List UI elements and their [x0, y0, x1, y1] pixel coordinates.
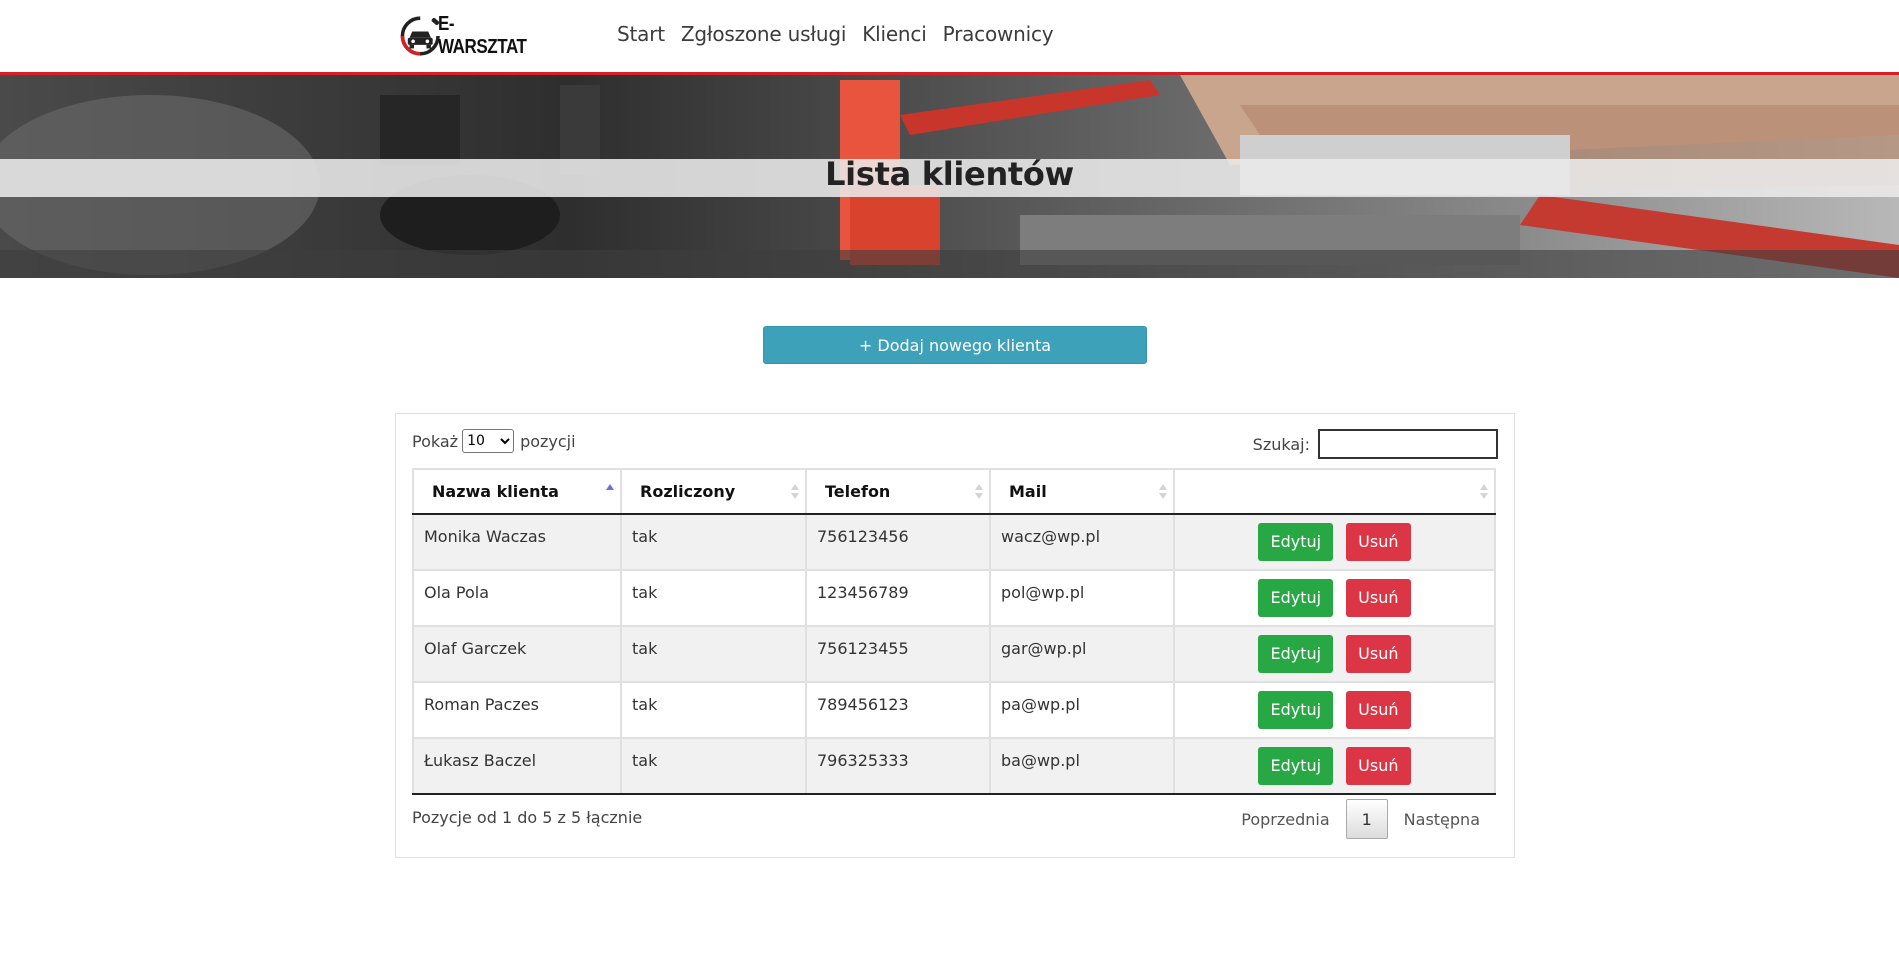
cell-phone: 756123455 [805, 625, 991, 683]
cell-settled: tak [620, 625, 807, 683]
search-input[interactable] [1318, 429, 1498, 459]
cell-client-name: Roman Paczes [412, 681, 622, 739]
cell-mail: wacz@wp.pl [989, 513, 1175, 571]
clients-table-panel: Pokaż 10 pozycji Szukaj: Nazwa klienta R… [395, 413, 1515, 858]
cell-actions: Edytuj Usuń [1173, 513, 1496, 571]
cell-phone: 123456789 [805, 569, 991, 627]
pagination: Poprzednia 1 Następna [1225, 799, 1496, 839]
cell-settled: tak [620, 513, 807, 571]
nav-clients[interactable]: Klienci [862, 22, 927, 46]
edit-button[interactable]: Edytuj [1258, 523, 1334, 561]
cell-actions: Edytuj Usuń [1173, 625, 1496, 683]
delete-button[interactable]: Usuń [1346, 579, 1411, 617]
clients-table: Nazwa klienta Rozliczony Telefon Mail Mo… [412, 468, 1496, 795]
delete-button[interactable]: Usuń [1346, 635, 1411, 673]
col-phone-label: Telefon [825, 482, 891, 501]
page-title: Lista klientów [825, 155, 1074, 193]
search-control: Szukaj: [1253, 429, 1498, 459]
sort-asc-icon [606, 484, 614, 502]
edit-button[interactable]: Edytuj [1258, 747, 1334, 785]
col-settled[interactable]: Rozliczony [620, 468, 807, 515]
cell-mail: pa@wp.pl [989, 681, 1175, 739]
cell-phone: 789456123 [805, 681, 991, 739]
cell-actions: Edytuj Usuń [1173, 569, 1496, 627]
nav-reported-services[interactable]: Zgłoszone usługi [681, 22, 847, 46]
cell-client-name: Ola Pola [412, 569, 622, 627]
cell-client-name: Łukasz Baczel [412, 737, 622, 795]
cell-actions: Edytuj Usuń [1173, 681, 1496, 739]
length-prefix: Pokaż [412, 431, 459, 451]
delete-button[interactable]: Usuń [1346, 747, 1411, 785]
nav-employees[interactable]: Pracownicy [943, 22, 1054, 46]
cell-mail: pol@wp.pl [989, 569, 1175, 627]
cell-settled: tak [620, 569, 807, 627]
edit-button[interactable]: Edytuj [1258, 635, 1334, 673]
edit-button[interactable]: Edytuj [1258, 579, 1334, 617]
table-row: Monika Waczas tak 756123456 wacz@wp.pl E… [412, 513, 1496, 571]
edit-button[interactable]: Edytuj [1258, 691, 1334, 729]
cell-mail: gar@wp.pl [989, 625, 1175, 683]
table-row: Roman Paczes tak 789456123 pa@wp.pl Edyt… [412, 681, 1496, 739]
cell-client-name: Olaf Garczek [412, 625, 622, 683]
add-client-button[interactable]: + Dodaj nowego klienta [763, 326, 1147, 364]
col-client-name-label: Nazwa klienta [432, 482, 559, 501]
col-settled-label: Rozliczony [640, 482, 736, 501]
length-suffix: pozycji [520, 431, 576, 451]
cell-mail: ba@wp.pl [989, 737, 1175, 795]
col-phone[interactable]: Telefon [805, 468, 991, 515]
table-row: Łukasz Baczel tak 796325333 ba@wp.pl Edy… [412, 737, 1496, 795]
delete-button[interactable]: Usuń [1346, 691, 1411, 729]
car-wrench-logo-icon [400, 16, 440, 56]
col-client-name[interactable]: Nazwa klienta [412, 468, 622, 515]
search-label: Szukaj: [1252, 434, 1310, 454]
page-length-control: Pokaż 10 pozycji [412, 429, 576, 453]
col-mail[interactable]: Mail [989, 468, 1175, 515]
brand-logo[interactable]: E-WARSZTAT [398, 9, 548, 63]
table-header-row: Nazwa klienta Rozliczony Telefon Mail [412, 468, 1496, 515]
cell-settled: tak [620, 681, 807, 739]
sort-icon [1480, 484, 1488, 502]
sort-icon [1159, 484, 1167, 502]
hero-banner: Lista klientów [0, 75, 1899, 278]
top-navbar: E-WARSZTAT Start Zgłoszone usługi Klienc… [0, 0, 1899, 75]
table-row: Ola Pola tak 123456789 pol@wp.pl Edytuj … [412, 569, 1496, 627]
main-nav: Start Zgłoszone usługi Klienci Pracownic… [617, 22, 1054, 46]
cell-phone: 756123456 [805, 513, 991, 571]
pagination-next[interactable]: Następna [1388, 810, 1496, 829]
sort-icon [791, 484, 799, 502]
table-info: Pozycje od 1 do 5 z 5 łącznie [412, 808, 643, 827]
sort-icon [975, 484, 983, 502]
page-length-select[interactable]: 10 [462, 429, 515, 453]
table-row: Olaf Garczek tak 756123455 gar@wp.pl Edy… [412, 625, 1496, 683]
nav-start[interactable]: Start [617, 22, 665, 46]
brand-name: E-WARSZTAT [438, 13, 527, 58]
cell-phone: 796325333 [805, 737, 991, 795]
delete-button[interactable]: Usuń [1346, 523, 1411, 561]
cell-client-name: Monika Waczas [412, 513, 622, 571]
pagination-page-1[interactable]: 1 [1345, 799, 1388, 839]
cell-settled: tak [620, 737, 807, 795]
cell-actions: Edytuj Usuń [1173, 737, 1496, 795]
col-actions[interactable] [1173, 468, 1496, 515]
col-mail-label: Mail [1009, 482, 1047, 501]
pagination-previous[interactable]: Poprzednia [1225, 810, 1345, 829]
